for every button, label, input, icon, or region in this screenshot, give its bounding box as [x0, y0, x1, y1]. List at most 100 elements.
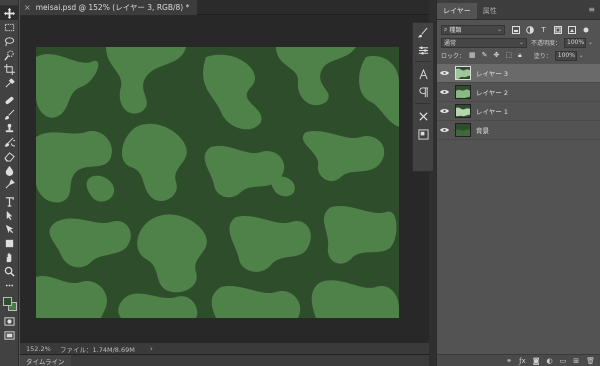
tab-layers[interactable]: レイヤー	[437, 3, 477, 19]
canvas-pasteboard[interactable]	[20, 16, 429, 343]
panel-menu-icon[interactable]: ≡	[588, 5, 595, 14]
lock-all-icon[interactable]: 🔒︎	[518, 51, 522, 60]
filter-toggle-icon[interactable]	[581, 25, 590, 34]
rectangle-tool-icon[interactable]	[0, 236, 19, 250]
tab-properties[interactable]: 属性	[477, 3, 503, 19]
lock-label: ロック：	[441, 53, 466, 60]
add-mask-icon[interactable]: ◙	[533, 357, 540, 365]
timeline-tab[interactable]: タイムライン	[20, 355, 71, 366]
move-tool-icon[interactable]	[0, 6, 19, 20]
filter-type-icon[interactable]: T	[539, 25, 548, 34]
filter-pixel-icon[interactable]	[511, 25, 520, 34]
lock-row: ロック： ▦ ✎ ✥ ⬚ 🔒︎ 塗り： 100% ⌄	[437, 49, 600, 62]
new-layer-icon[interactable]: ⊞	[573, 357, 579, 365]
fill-dropdown-icon[interactable]: ⌄	[579, 52, 584, 59]
marquee-tool-icon[interactable]	[0, 20, 19, 34]
path-select-tool-icon[interactable]	[0, 208, 19, 222]
color-swatches[interactable]	[0, 294, 19, 314]
document-tab-title: meisai.psd @ 152% (レイヤー 3, RGB/8) *	[35, 3, 190, 12]
document-tabbar: × meisai.psd @ 152% (レイヤー 3, RGB/8) *	[20, 0, 429, 15]
crop-tool-icon[interactable]	[0, 62, 19, 76]
lasso-tool-icon[interactable]	[0, 34, 19, 48]
lock-image-icon[interactable]: ✎	[482, 51, 488, 60]
lock-position-icon[interactable]: ✥	[494, 51, 500, 60]
adjustment-layer-icon[interactable]: ◐	[547, 357, 553, 365]
photoshop-window: × meisai.psd @ 152% (レイヤー 3, RGB/8) * 15…	[0, 0, 600, 366]
layer-filter-select[interactable]: ⌕ 種類 ⌄	[441, 24, 505, 35]
tools-panel	[0, 0, 19, 366]
layer-row[interactable]: レイヤー 1	[437, 102, 600, 121]
document-tab[interactable]: × meisai.psd @ 152% (レイヤー 3, RGB/8) *	[20, 0, 198, 15]
adjustments-icon[interactable]	[413, 41, 433, 59]
brush-tool-icon[interactable]	[0, 107, 19, 121]
filter-adjustment-icon[interactable]	[525, 25, 534, 34]
eyedropper-tool-icon[interactable]	[0, 76, 19, 90]
zoom-level[interactable]: 152.2%	[26, 345, 60, 353]
visibility-eye-icon[interactable]	[437, 70, 452, 76]
layer-row[interactable]: レイヤー 3	[437, 64, 600, 83]
filter-smart-object-icon[interactable]	[567, 25, 576, 34]
filter-row: ⌕ 種類 ⌄ T	[437, 23, 600, 36]
delete-layer-icon[interactable]: 🗑︎	[586, 357, 595, 365]
layer-thumbnail	[455, 85, 471, 99]
pen-tool-icon[interactable]	[0, 222, 19, 236]
visibility-eye-icon[interactable]	[437, 108, 452, 114]
quick-select-tool-icon[interactable]	[0, 48, 19, 62]
layers-panel-footer: ⚭ ƒx ◙ ◐ ▭ ⊞ 🗑︎	[437, 354, 600, 366]
info-panel-icon[interactable]	[413, 125, 433, 143]
blend-mode-select[interactable]: 通常 ⌄	[441, 37, 527, 48]
image-canvas[interactable]	[36, 47, 399, 318]
stamp-tool-icon[interactable]	[0, 121, 19, 135]
type-tool-icon[interactable]	[0, 194, 19, 208]
layer-row[interactable]: レイヤー 2	[437, 83, 600, 102]
file-info: ファイル：1.74M/8.69M	[60, 345, 135, 354]
visibility-eye-icon[interactable]	[437, 89, 452, 95]
foreground-color-swatch[interactable]	[3, 297, 12, 306]
fill-label: 塗り：	[533, 53, 552, 60]
filter-shape-icon[interactable]	[553, 25, 562, 34]
opacity-label: 不透明度：	[531, 40, 562, 47]
blend-row: 通常 ⌄ 不透明度： 100% ⌄	[437, 36, 600, 49]
tools-preset-icon[interactable]	[413, 107, 433, 125]
timeline-panel: タイムライン	[20, 354, 429, 366]
layer-thumbnail	[455, 104, 471, 118]
panel-tabs: レイヤー 属性 ≡	[437, 0, 600, 20]
healing-tool-icon[interactable]	[0, 93, 19, 107]
layer-style-icon[interactable]: ƒx	[519, 357, 526, 365]
layers-panel: レイヤー 属性 ≡ ⌕ 種類 ⌄ T 通常 ⌄ 不透明度： 100% ⌄ ロック…	[436, 0, 600, 366]
opacity-input[interactable]: 100%	[564, 37, 587, 48]
more-tools-icon[interactable]	[0, 278, 19, 292]
brush-settings-icon[interactable]	[413, 23, 433, 41]
quick-mask-icon[interactable]	[0, 314, 19, 328]
layer-row[interactable]: 背景	[437, 121, 600, 140]
visibility-eye-icon[interactable]	[437, 127, 452, 133]
close-tab-icon[interactable]: ×	[24, 3, 31, 12]
lock-artboard-icon[interactable]: ⬚	[505, 51, 512, 60]
search-icon: ⌕	[444, 25, 448, 33]
dodge-tool-icon[interactable]	[0, 177, 19, 191]
lock-transparent-icon[interactable]: ▦	[469, 51, 476, 60]
collapsed-panels	[412, 22, 434, 172]
document-area: × meisai.psd @ 152% (レイヤー 3, RGB/8) * 15…	[20, 0, 429, 366]
fill-input[interactable]: 100%	[554, 50, 577, 61]
hand-tool-icon[interactable]	[0, 250, 19, 264]
screen-mode-icon[interactable]	[0, 328, 19, 342]
status-menu-arrow-icon[interactable]: ›	[150, 345, 153, 353]
paragraph-panel-icon[interactable]	[413, 83, 433, 101]
status-bar: 152.2% ファイル：1.74M/8.69M ›	[20, 343, 429, 354]
zoom-tool-icon[interactable]	[0, 264, 19, 278]
filter-kind-label: 種類	[449, 27, 462, 34]
layer-list: レイヤー 3 レイヤー 2 レイヤー 1 背景	[437, 64, 600, 140]
gradient-tool-icon[interactable]	[0, 163, 19, 177]
new-group-icon[interactable]: ▭	[560, 357, 567, 365]
layer-name: レイヤー 2	[476, 89, 509, 97]
blend-mode-value: 通常	[444, 40, 457, 47]
opacity-dropdown-icon[interactable]: ⌄	[588, 39, 593, 46]
chevron-down-icon: ⌄	[496, 26, 502, 33]
history-brush-tool-icon[interactable]	[0, 135, 19, 149]
chevron-down-icon: ⌄	[518, 39, 524, 46]
layer-thumbnail	[455, 66, 471, 80]
link-layers-icon[interactable]: ⚭	[506, 357, 512, 365]
character-panel-icon[interactable]	[413, 65, 433, 83]
eraser-tool-icon[interactable]	[0, 149, 19, 163]
